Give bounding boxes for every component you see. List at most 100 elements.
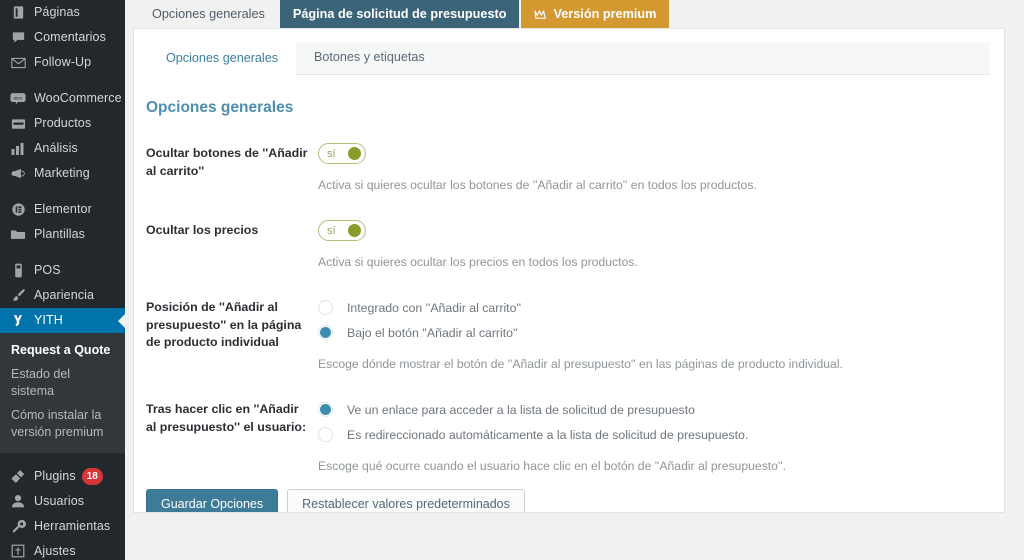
elementor-icon <box>9 201 27 219</box>
reset-defaults-button[interactable]: Restablecer valores predeterminados <box>287 489 525 512</box>
top-tab-label: Versión premium <box>553 7 657 21</box>
sidebar-item-label: Comentarios <box>34 30 106 45</box>
admin-sidebar: Páginas Comentarios Follow-Up woo WooCommerc… <box>0 0 125 560</box>
subtab-botones-y-etiquetas[interactable]: Botones y etiquetas <box>296 42 443 74</box>
sidebar-menu: Páginas Comentarios Follow-Up woo WooCommerc… <box>0 0 125 560</box>
user-icon <box>9 492 27 510</box>
radio-selected-icon[interactable] <box>318 325 333 341</box>
radio-unselected-icon[interactable] <box>318 427 333 443</box>
sidebar-submenu: Request a Quote Estado del sistema Cómo in… <box>0 333 125 453</box>
toggle-switch[interactable]: sí <box>318 143 366 164</box>
sidebar-item-label: Plantillas <box>34 227 86 242</box>
comments-icon <box>9 29 27 47</box>
toggle-label: sí <box>327 224 336 237</box>
setting-field: sí Activa si quieres ocultar los botones … <box>318 143 992 194</box>
sidebar-item-label: Análisis <box>34 141 78 156</box>
sidebar-item-label: Apariencia <box>34 288 95 303</box>
sidebar-item-label: Productos <box>34 116 92 131</box>
pages-icon <box>9 4 27 22</box>
setting-label: Tras hacer clic en ''Añadir al presupues… <box>146 402 307 434</box>
submenu-item-estado-del-sistema[interactable]: Estado del sistema <box>0 363 125 404</box>
form-actions: Guardar Opciones Restablecer valores pre… <box>134 475 1004 512</box>
radio-unselected-icon[interactable] <box>318 300 333 316</box>
plug-icon <box>9 467 27 485</box>
sidebar-item-label: Follow-Up <box>34 55 92 70</box>
settings-panel: Opciones generales Botones y etiquetas Op… <box>133 28 1005 513</box>
woocommerce-icon: woo <box>9 90 27 108</box>
sidebar-item-usuarios[interactable]: Usuarios <box>0 489 125 514</box>
plugin-top-tabs: Opciones generales Página de solicitud de… <box>133 0 1005 28</box>
main-content: Opciones generales Página de solicitud de… <box>125 0 1024 560</box>
radio-option[interactable]: Bajo el botón ''Añadir al carrito'' <box>318 322 992 343</box>
sidebar-item-plugins[interactable]: Plugins 18 <box>0 464 125 489</box>
setting-hint: Activa si quieres ocultar los botones de… <box>318 178 757 192</box>
submenu-item-c-mo-instalar-la-versi-n-premium[interactable]: Cómo instalar la versión premium <box>0 404 125 445</box>
sidebar-item-an-lisis[interactable]: Análisis <box>0 136 125 161</box>
sidebar-item-p-ginas[interactable]: Páginas <box>0 0 125 25</box>
admin-screen: Páginas Comentarios Follow-Up woo WooCommerc… <box>0 0 1024 560</box>
setting-hint: Escoge dónde mostrar el botón de ''Añadi… <box>318 357 843 372</box>
sidebar-item-label: Marketing <box>34 166 90 181</box>
setting-row: Ocultar los precios sí Activa si quieres o… <box>146 194 992 271</box>
sidebar-item-label: Elementor <box>34 202 92 217</box>
sidebar-item-badge: 18 <box>81 467 103 485</box>
top-tab-label: Opciones generales <box>152 7 265 21</box>
setting-field: sí Activa si quieres ocultar los precios … <box>318 220 992 271</box>
setting-row: Ocultar botones de ''Añadir al carrito''… <box>146 117 992 194</box>
brush-icon <box>9 287 27 305</box>
top-tab-versi-n-premium[interactable]: Versión premium <box>521 0 670 28</box>
megaphone-icon <box>9 165 27 183</box>
settings-icon <box>9 542 27 560</box>
toggle-label: sí <box>327 147 336 160</box>
radio-option[interactable]: Es redireccionado automáticamente a la l… <box>318 424 992 445</box>
svg-text:woo: woo <box>14 97 23 102</box>
sidebar-item-woocommerce[interactable]: woo WooCommerce <box>0 86 125 111</box>
sidebar-item-herramientas[interactable]: Herramientas <box>0 514 125 539</box>
setting-hint: Activa si quieres ocultar los precios en… <box>318 255 638 270</box>
setting-field: Integrado con ''Añadir al carrito'' Bajo … <box>318 297 992 373</box>
radio-selected-icon[interactable] <box>318 402 333 418</box>
radio-option-label: Es redireccionado automáticamente a la l… <box>347 427 749 442</box>
setting-row: Posición de ''Añadir al presupuesto'' en… <box>146 271 992 373</box>
radio-option[interactable]: Integrado con ''Añadir al carrito'' <box>318 297 992 318</box>
sidebar-separator <box>0 453 125 464</box>
sidebar-separator <box>0 247 125 258</box>
sidebar-item-label: Ajustes <box>34 543 76 558</box>
top-tab-label: Página de solicitud de presupuesto <box>292 7 507 21</box>
radio-option-label: Bajo el botón ''Añadir al carrito'' <box>347 325 518 340</box>
sidebar-item-productos[interactable]: Productos <box>0 111 125 136</box>
setting-label: Posición de ''Añadir al presupuesto'' en… <box>146 300 302 350</box>
sidebar-item-label: Usuarios <box>34 493 85 508</box>
radio-option[interactable]: Ve un enlace para acceder a la lista de … <box>318 399 992 420</box>
sidebar-item-ajustes[interactable]: Ajustes <box>0 539 125 560</box>
toggle-switch[interactable]: sí <box>318 220 366 242</box>
subtab-opciones-generales[interactable]: Opciones generales <box>148 42 297 75</box>
envelope-icon <box>9 54 27 72</box>
save-button[interactable]: Guardar Opciones <box>146 489 279 512</box>
setting-field: Ve un enlace para acceder a la lista de … <box>318 399 992 475</box>
top-tab-opciones-generales[interactable]: Opciones generales <box>139 0 278 28</box>
products-icon <box>9 115 27 133</box>
sidebar-item-label: YITH <box>34 313 63 328</box>
sidebar-item-elementor[interactable]: Elementor <box>0 197 125 222</box>
sidebar-item-apariencia[interactable]: Apariencia <box>0 283 125 308</box>
sidebar-item-pos[interactable]: POS <box>0 258 125 283</box>
toggle-knob <box>348 147 361 160</box>
setting-hint: Escoge qué ocurre cuando el usuario hace… <box>318 459 786 474</box>
submenu-item-request-a-quote[interactable]: Request a Quote <box>0 339 125 363</box>
top-tab-p-gina-de-solicitud-de-presupuesto[interactable]: Página de solicitud de presupuesto <box>279 0 520 28</box>
sidebar-item-label: Páginas <box>34 5 80 20</box>
sidebar-item-yith[interactable]: YITH <box>0 308 125 333</box>
sidebar-separator <box>0 75 125 86</box>
radio-option-label: Integrado con ''Añadir al carrito'' <box>347 300 522 315</box>
folder-icon <box>9 226 27 244</box>
sidebar-item-label: Plugins <box>34 468 76 483</box>
page-title: Opciones generales <box>146 99 294 116</box>
sidebar-item-plantillas[interactable]: Plantillas <box>0 222 125 247</box>
analytics-bars-icon <box>9 140 27 158</box>
sidebar-item-comentarios[interactable]: Comentarios <box>0 25 125 50</box>
sidebar-item-follow-up[interactable]: Follow-Up <box>0 50 125 75</box>
setting-label: Ocultar los precios <box>146 223 259 238</box>
sidebar-item-marketing[interactable]: Marketing <box>0 161 125 186</box>
sidebar-item-label: Herramientas <box>34 518 111 533</box>
